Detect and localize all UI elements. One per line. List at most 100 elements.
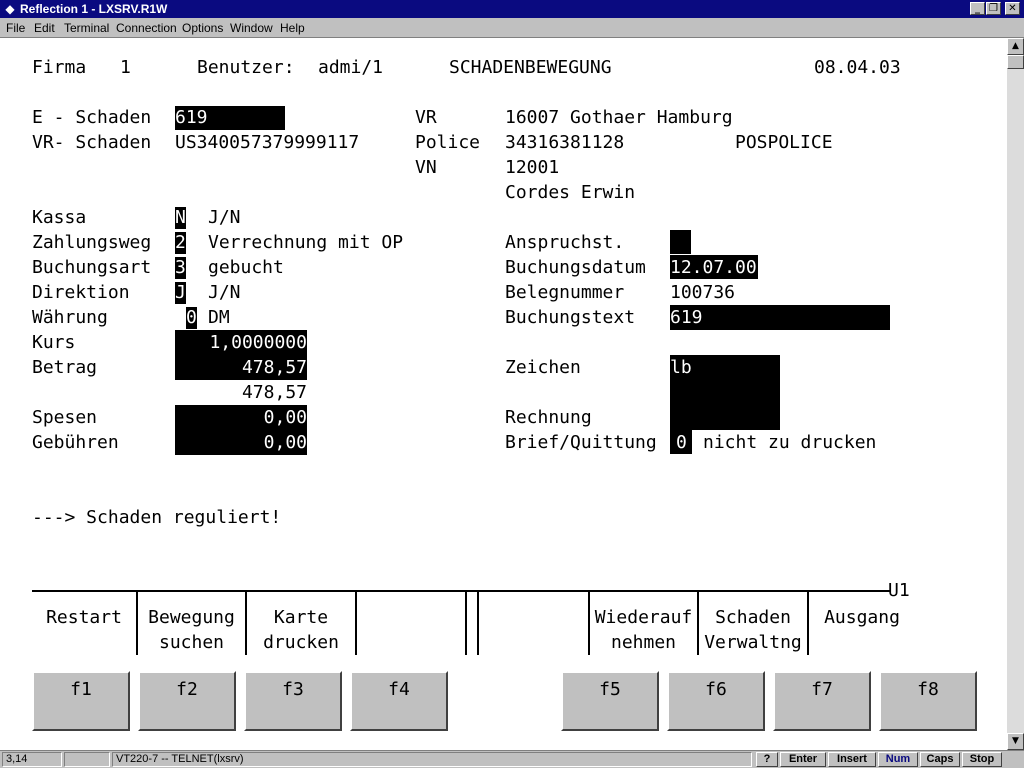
direktion-field[interactable]: J [175, 282, 186, 304]
vr-schaden-value: US340057379999117 [175, 132, 360, 153]
f1-button[interactable]: f1 [32, 671, 130, 731]
zeichen-label: Zeichen [505, 357, 581, 378]
screen-title: SCHADENBEWEGUNG [449, 57, 612, 78]
enter-button[interactable]: Enter [780, 752, 826, 767]
menu-terminal[interactable]: Terminal [64, 20, 109, 36]
minimize-button[interactable]: _ [970, 2, 985, 15]
fkey-label-2-line2: suchen [158, 632, 225, 653]
kassa-label: Kassa [32, 207, 87, 228]
buchungsart-field[interactable]: 3 [175, 257, 186, 279]
buchungsdatum-label: Buchungsdatum [505, 257, 646, 278]
menu-bar: File Edit Terminal Connection Options Wi… [0, 18, 1024, 38]
fkey-label-3-line1: Karte [273, 607, 329, 628]
vr-value: 16007 Gothaer Hamburg [505, 107, 733, 128]
brief-quittung-text: nicht zu drucken [703, 432, 877, 453]
vn-value: 12001 [505, 157, 560, 178]
vertical-scrollbar[interactable]: ▲ ▼ [1007, 38, 1024, 750]
menu-connection[interactable]: Connection [116, 20, 177, 36]
kassa-hint: J/N [208, 207, 241, 228]
session-info: VT220-7 -- TELNET(lxsrv) [112, 752, 752, 767]
vn-label: VN [415, 157, 437, 178]
kassa-field[interactable]: N [175, 207, 186, 229]
benutzer-label: Benutzer: [197, 57, 295, 78]
terminal-screen[interactable]: Firma 1 Benutzer: admi/1 SCHADENBEWEGUNG… [0, 38, 1007, 750]
close-button[interactable]: ✕ [1005, 2, 1020, 15]
scroll-thumb[interactable] [1007, 55, 1024, 69]
vn-name: Cordes Erwin [505, 182, 636, 203]
f2-button[interactable]: f2 [138, 671, 236, 731]
f3-button[interactable]: f3 [244, 671, 342, 731]
screen-date: 08.04.03 [814, 57, 901, 78]
betrag-value[interactable]: 478,57 [175, 357, 307, 379]
cursor-position: 3,14 [2, 752, 62, 767]
fkey-label-8-line1: Ausgang [824, 607, 900, 628]
status-message: ---> Schaden reguliert! [32, 507, 282, 528]
betrag-label: Betrag [32, 357, 98, 378]
scroll-up-icon[interactable]: ▲ [1007, 38, 1024, 55]
f8-button[interactable]: f8 [879, 671, 977, 731]
menu-options[interactable]: Options [182, 20, 223, 36]
waehrung-field[interactable]: 0 [186, 307, 197, 329]
app-icon[interactable]: ◆ [3, 2, 17, 16]
rechnung-label: Rechnung [505, 407, 592, 428]
fkey-label-1-line1: Restart [46, 607, 122, 628]
buchungstext-field[interactable] [670, 305, 890, 330]
f6-button[interactable]: f6 [667, 671, 765, 731]
stop-button[interactable]: Stop [962, 752, 1002, 767]
fkey-label-7-line2: Verwaltng [704, 632, 802, 653]
help-button[interactable]: ? [756, 752, 778, 767]
direktion-label: Direktion [32, 282, 130, 303]
gebuehren-value[interactable]: 0,00 [175, 432, 307, 454]
e-schaden-label: E - Schaden [32, 107, 152, 128]
status-bar: 3,14 VT220-7 -- TELNET(lxsrv) ? Enter In… [0, 750, 1024, 768]
fkey-label-3-line2: drucken [263, 632, 339, 653]
menu-help[interactable]: Help [280, 20, 305, 36]
spesen-value[interactable]: 0,00 [175, 407, 307, 429]
restore-button[interactable]: ❐ [986, 2, 1001, 15]
e-schaden-value: 619 [175, 107, 208, 128]
spesen-label: Spesen [32, 407, 98, 428]
window-title: Reflection 1 - LXSRV.R1W [20, 2, 168, 16]
betrag-sum: 478,57 [241, 382, 307, 403]
f7-button[interactable]: f7 [773, 671, 871, 731]
fkey-label-2-line1: Bewegung [148, 607, 235, 628]
panel-separator [465, 592, 467, 655]
zahlungsweg-field[interactable]: 2 [175, 232, 186, 254]
caps-indicator[interactable]: Caps [920, 752, 960, 767]
f4-button[interactable]: f4 [350, 671, 448, 731]
police-label: Police [415, 132, 481, 153]
f5-button[interactable]: f5 [561, 671, 659, 731]
buchungsdatum-value: 12.07.00 [670, 257, 757, 278]
firma-value: 1 [120, 57, 131, 78]
anspruchst-label: Anspruchst. [505, 232, 625, 253]
vr-schaden-label: VR- Schaden [32, 132, 152, 153]
vr-label: VR [415, 107, 437, 128]
belegnummer-label: Belegnummer [505, 282, 625, 303]
num-indicator[interactable]: Num [878, 752, 918, 767]
fkey-label-6-line2: nehmen [610, 632, 677, 653]
title-bar[interactable]: ◆ Reflection 1 - LXSRV.R1W _ ❐ ✕ [0, 0, 1024, 18]
menu-edit[interactable]: Edit [34, 20, 55, 36]
zahlungsweg-text: Verrechnung mit OP [208, 232, 404, 253]
anspruchst-field[interactable] [670, 230, 691, 254]
scroll-down-icon[interactable]: ▼ [1007, 733, 1024, 750]
fkey-label-6-line1: Wiederauf [594, 607, 693, 628]
kurs-label: Kurs [32, 332, 76, 353]
brief-quittung-label: Brief/Quittung [505, 432, 657, 453]
kurs-value[interactable]: 1,0000000 [175, 332, 307, 354]
buchungsart-label: Buchungsart [32, 257, 152, 278]
firma-label: Firma [32, 57, 87, 78]
zahlungsweg-label: Zahlungsweg [32, 232, 152, 253]
police-type: POSPOLICE [735, 132, 833, 153]
menu-window[interactable]: Window [230, 20, 273, 36]
buchungstext-value: 619 [670, 307, 703, 328]
menu-file[interactable]: File [6, 20, 25, 36]
panel-id: U1 [888, 580, 910, 601]
insert-indicator[interactable]: Insert [828, 752, 876, 767]
benutzer-value: admi/1 [318, 57, 384, 78]
panel-separator [477, 592, 479, 655]
gebuehren-label: Gebühren [32, 432, 119, 453]
buchungstext-label: Buchungstext [505, 307, 636, 328]
police-value: 34316381128 [505, 132, 625, 153]
brief-quittung-value: 0 [676, 432, 687, 453]
